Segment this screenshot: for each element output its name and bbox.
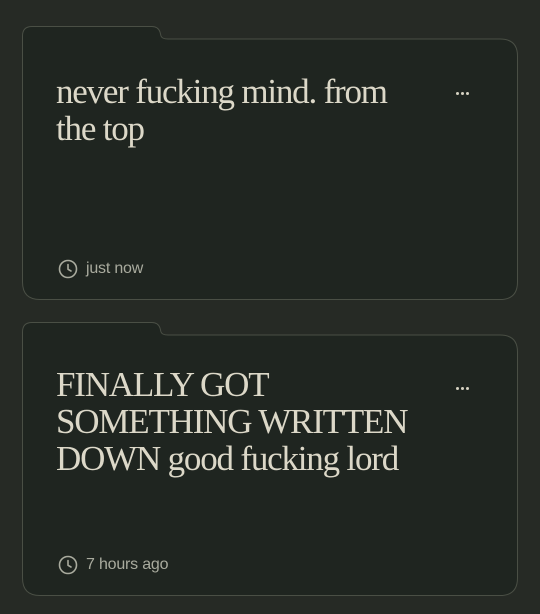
note-title: never fucking mind. from the top: [56, 72, 388, 148]
note-timestamp: 7 hours ago: [58, 555, 169, 575]
clock-icon: [58, 555, 78, 575]
note-timestamp: just now: [58, 259, 143, 279]
note-title: FINALLY GOT SOMETHING WRITTEN DOWN good …: [56, 365, 408, 478]
note-time-label: 7 hours ago: [86, 556, 169, 573]
note-card[interactable]: FINALLY GOT SOMETHING WRITTEN DOWN good …: [22, 322, 518, 596]
more-horizontal-icon[interactable]: [450, 83, 474, 103]
more-horizontal-icon[interactable]: [450, 378, 474, 398]
note-time-label: just now: [86, 260, 144, 277]
clock-icon: [58, 259, 78, 279]
note-card[interactable]: never fucking mind. from the top just no…: [22, 26, 518, 300]
